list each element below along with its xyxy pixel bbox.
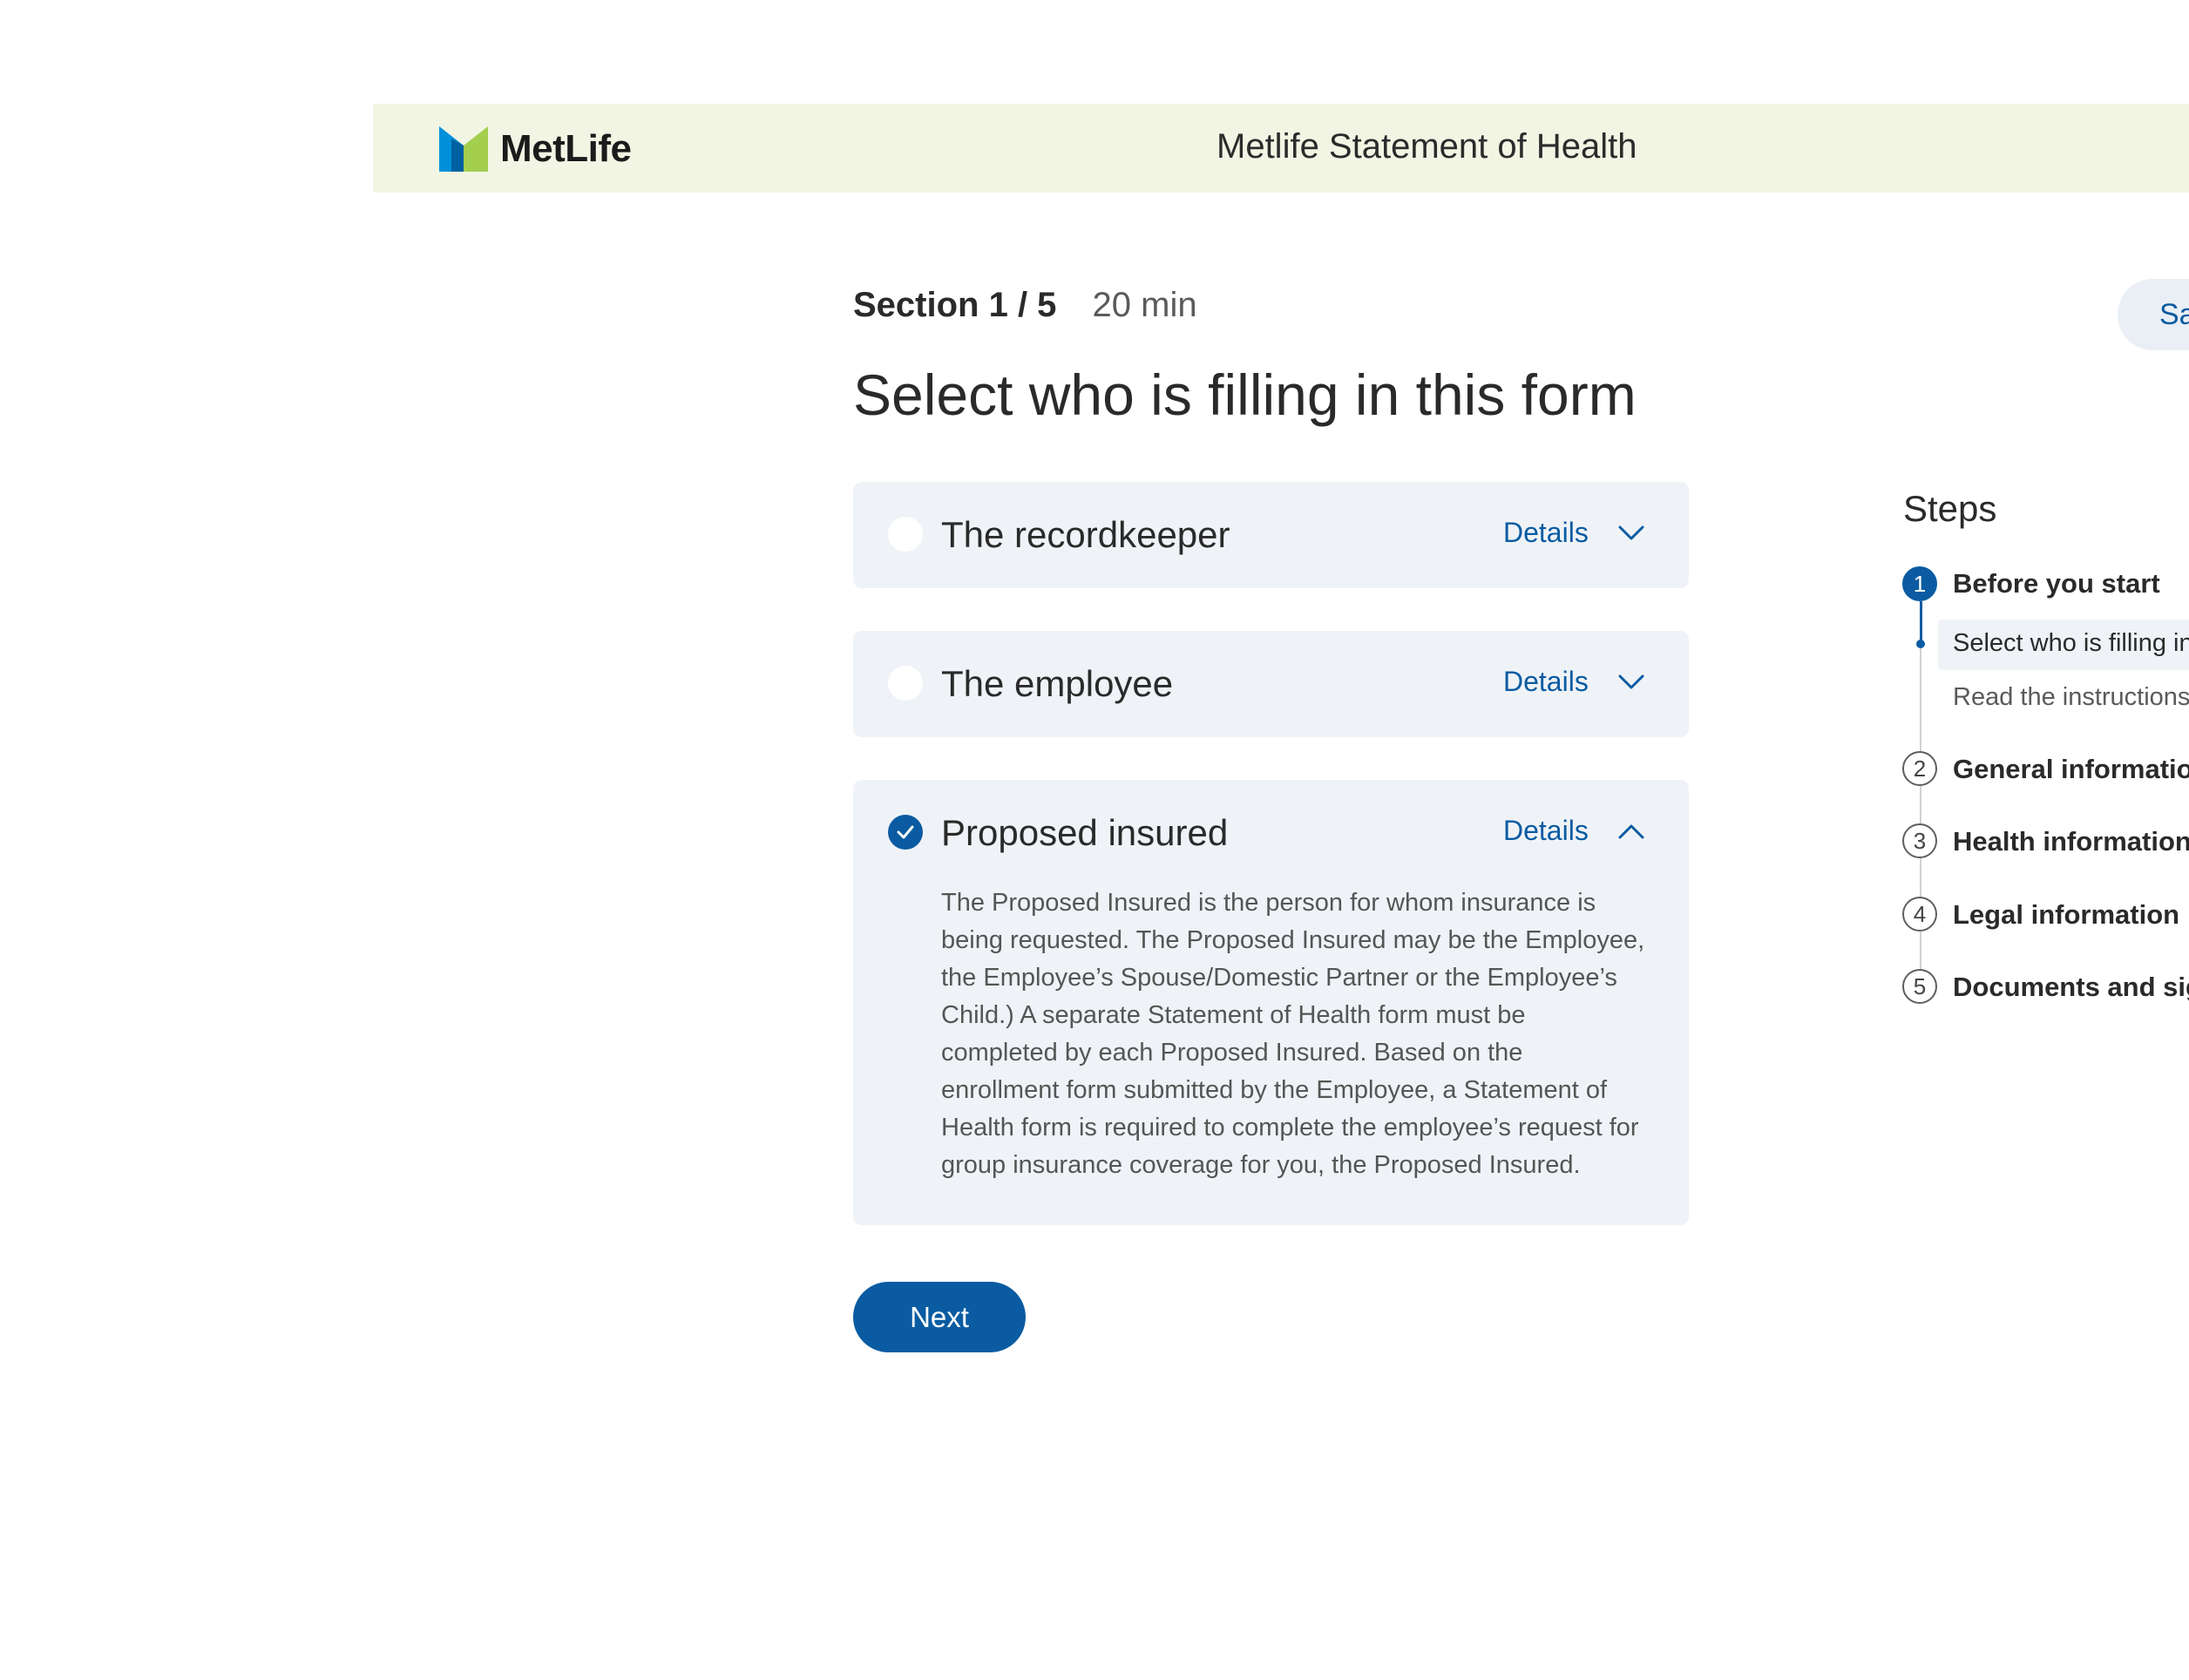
step-number-3: 3 bbox=[1902, 823, 1937, 858]
next-button[interactable]: Next bbox=[853, 1282, 1026, 1352]
details-label: Details bbox=[1503, 815, 1589, 846]
step-label-documents[interactable]: Documents and sig bbox=[1953, 972, 2189, 1003]
check-icon bbox=[897, 825, 914, 839]
chevron-down-icon bbox=[1618, 674, 1644, 688]
substep-current-dot bbox=[1916, 640, 1925, 648]
section-label: Section 1 / 5 bbox=[853, 286, 1057, 324]
substep-select-who[interactable]: Select who is filling in bbox=[1953, 629, 2189, 658]
chevron-down-icon bbox=[1618, 525, 1644, 539]
steps-title: Steps bbox=[1903, 488, 1997, 529]
radio-button[interactable] bbox=[888, 517, 923, 552]
app-header: MetLife Metlife Statement of Health bbox=[373, 104, 2189, 193]
option-label: The employee bbox=[941, 663, 1174, 704]
option-label: The recordkeeper bbox=[941, 514, 1230, 555]
save-button[interactable]: Sa bbox=[2118, 279, 2189, 350]
radio-button-checked[interactable] bbox=[888, 815, 923, 850]
metlife-logo[interactable]: MetLife bbox=[439, 126, 632, 172]
section-progress: Section 1 / 5 20 min bbox=[853, 286, 1197, 325]
section-duration: 20 min bbox=[1092, 286, 1197, 324]
details-label: Details bbox=[1503, 517, 1589, 548]
details-toggle[interactable]: Details bbox=[1503, 666, 1644, 698]
option-label: Proposed insured bbox=[941, 812, 1229, 853]
brand-name: MetLife bbox=[500, 127, 632, 170]
step-number-2: 2 bbox=[1902, 751, 1937, 786]
option-employee[interactable]: The employee Details bbox=[853, 631, 1689, 737]
chevron-up-icon bbox=[1618, 824, 1644, 838]
step-number-1: 1 bbox=[1902, 566, 1937, 601]
details-toggle[interactable]: Details bbox=[1503, 815, 1644, 847]
details-label: Details bbox=[1503, 666, 1589, 697]
step-number-4: 4 bbox=[1902, 897, 1937, 931]
metlife-logo-icon bbox=[439, 126, 488, 172]
option-description: The Proposed Insured is the person for w… bbox=[941, 889, 1645, 1179]
option-proposed-insured[interactable]: Proposed insured Details The Proposed In… bbox=[853, 780, 1689, 1225]
substep-read-instructions[interactable]: Read the instructions bbox=[1953, 683, 2189, 712]
step-label-health-information[interactable]: Health information bbox=[1953, 826, 2189, 857]
step-number-5: 5 bbox=[1902, 969, 1937, 1004]
option-recordkeeper[interactable]: The recordkeeper Details bbox=[853, 482, 1689, 588]
step-label-legal-information[interactable]: Legal information bbox=[1953, 899, 2179, 931]
step-label-before-you-start[interactable]: Before you start bbox=[1953, 568, 2160, 600]
page-title: Select who is filling in this form bbox=[853, 362, 1637, 427]
steps-progress-line bbox=[1920, 601, 1922, 643]
radio-button[interactable] bbox=[888, 666, 923, 701]
step-label-general-information[interactable]: General informatio bbox=[1953, 754, 2189, 785]
details-toggle[interactable]: Details bbox=[1503, 517, 1644, 549]
header-title: Metlife Statement of Health bbox=[1216, 127, 1637, 166]
